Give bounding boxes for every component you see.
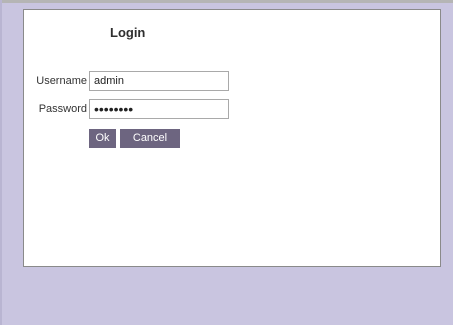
ok-button[interactable]: Ok [89, 129, 116, 148]
left-border-strip [0, 0, 2, 325]
password-input[interactable] [89, 99, 229, 119]
username-row: Username [24, 71, 264, 93]
login-title: Login [110, 25, 146, 40]
username-label: Username [36, 75, 87, 87]
cancel-button[interactable]: Cancel [120, 129, 180, 148]
top-border-strip [0, 0, 453, 3]
username-input[interactable] [89, 71, 229, 91]
password-label: Password [38, 103, 87, 115]
login-panel: Login Username Password Ok Cancel [23, 9, 441, 267]
password-row: Password [24, 99, 264, 121]
